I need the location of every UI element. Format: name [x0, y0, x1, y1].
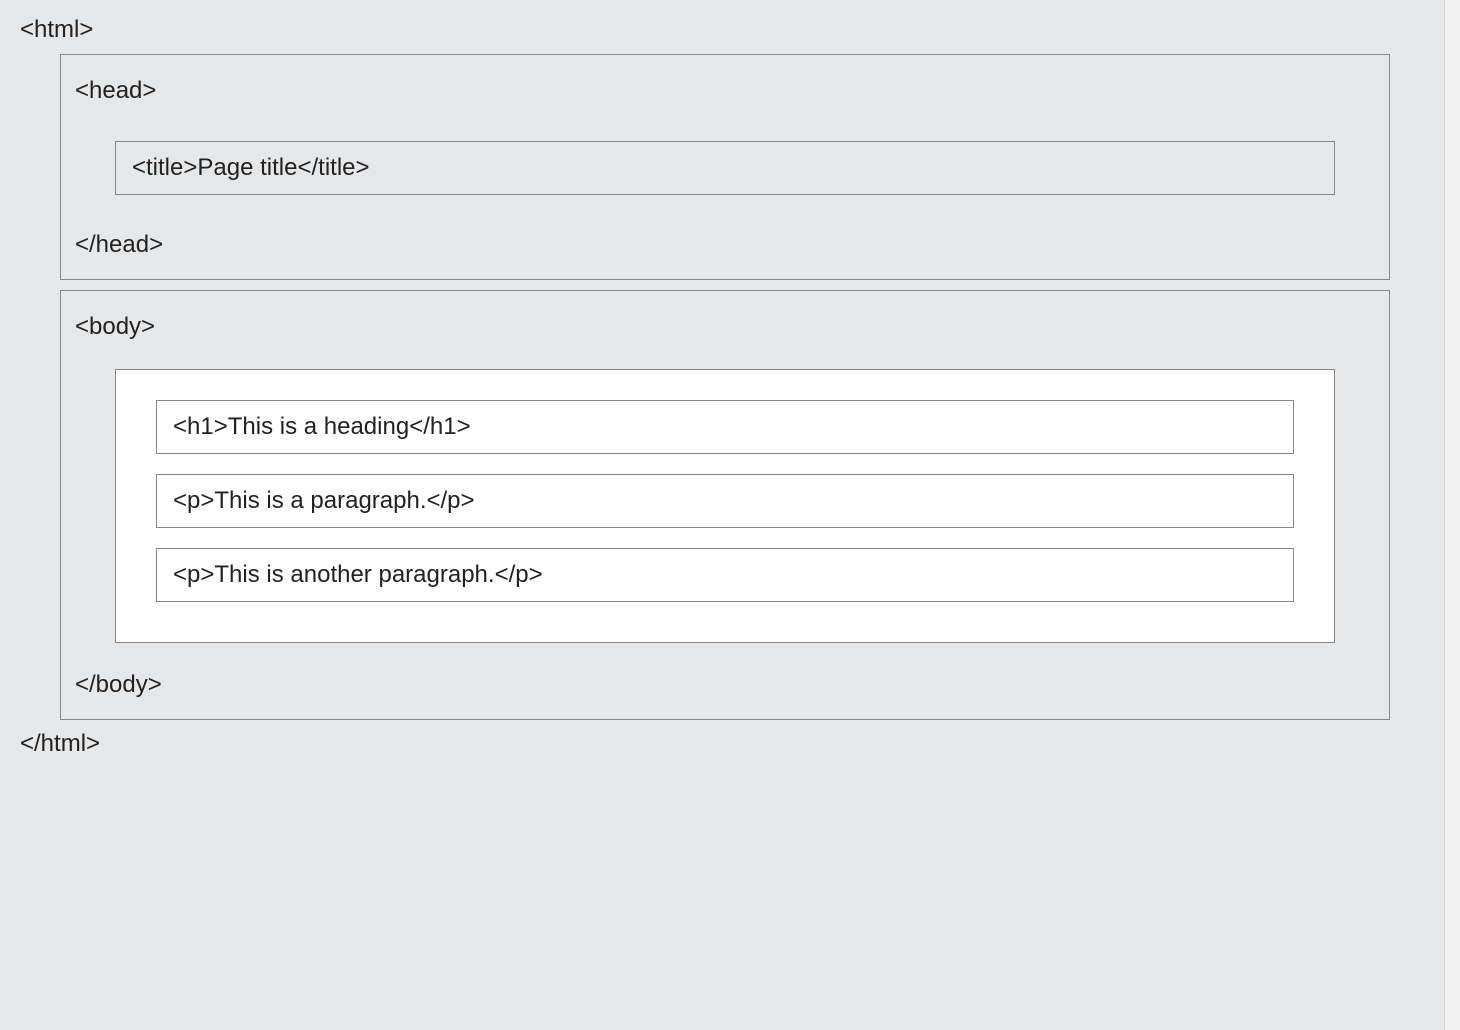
title-open-tag: <title> — [132, 154, 197, 181]
p2-close-tag: </p> — [495, 561, 543, 588]
html-structure-diagram: <html> <head> <title>Page title</title> … — [0, 0, 1460, 774]
p2-content: This is another paragraph. — [214, 561, 494, 588]
p1-content: This is a paragraph. — [214, 487, 426, 514]
h1-content: This is a heading — [228, 413, 409, 440]
h1-box: <h1>This is a heading</h1> — [156, 400, 1294, 454]
head-close-tag: </head> — [75, 231, 1375, 259]
html-open-tag: <html> — [20, 16, 1430, 44]
head-open-tag: <head> — [75, 77, 1375, 105]
scrollbar-track[interactable] — [1444, 0, 1460, 1030]
title-content: Page title — [197, 154, 297, 181]
h1-open-tag: <h1> — [173, 413, 228, 440]
body-box: <body> <h1>This is a heading</h1> <p>Thi… — [60, 290, 1390, 720]
body-close-tag: </body> — [75, 671, 1375, 699]
title-box: <title>Page title</title> — [115, 141, 1335, 195]
title-close-tag: </title> — [297, 154, 369, 181]
p2-open-tag: <p> — [173, 561, 214, 588]
h1-close-tag: </h1> — [409, 413, 470, 440]
p1-box: <p>This is a paragraph.</p> — [156, 474, 1294, 528]
html-close-tag: </html> — [20, 730, 1430, 758]
body-content-box: <h1>This is a heading</h1> <p>This is a … — [115, 369, 1335, 643]
p1-open-tag: <p> — [173, 487, 214, 514]
p1-close-tag: </p> — [427, 487, 475, 514]
head-box: <head> <title>Page title</title> </head> — [60, 54, 1390, 280]
body-open-tag: <body> — [75, 313, 1375, 341]
p2-box: <p>This is another paragraph.</p> — [156, 548, 1294, 602]
